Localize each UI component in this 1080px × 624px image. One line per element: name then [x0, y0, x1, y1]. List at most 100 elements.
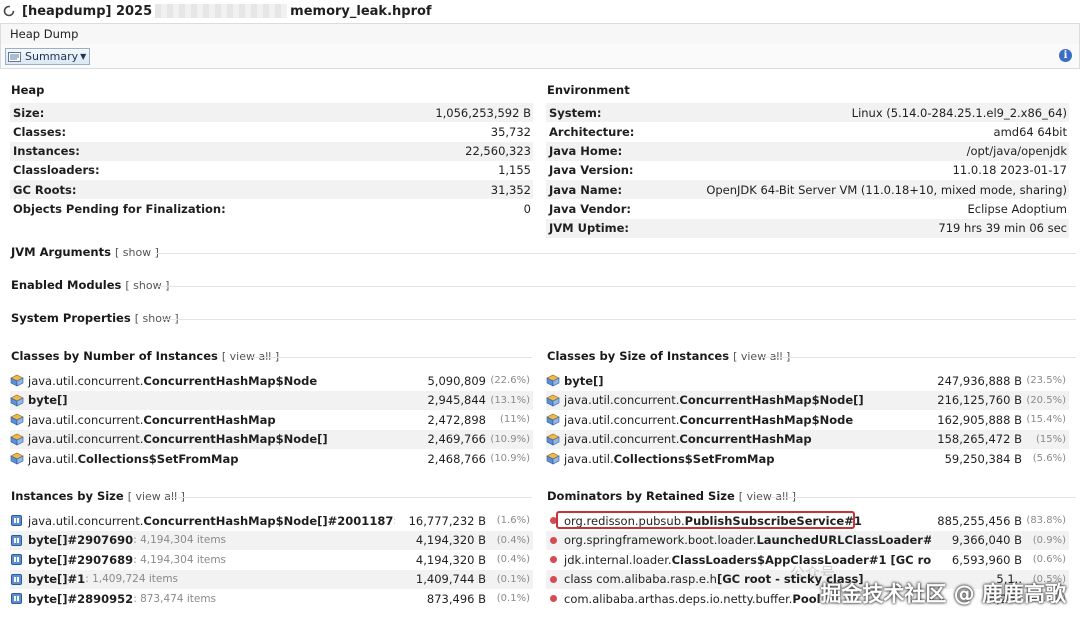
instances_by_size-row-value: 1,409,744 B	[415, 572, 486, 586]
instances_by_size-row-name[interactable]: byte[]#1 : 1,409,724 items	[10, 572, 395, 586]
by_size-row[interactable]: java.util.concurrent. ConcurrentHashMap$N…	[546, 390, 1069, 410]
heap-row: Classes: 35,732	[10, 122, 533, 141]
class-name: byte[]	[564, 373, 604, 388]
dominators-section: Dominators by Retained Size [ view all ]	[547, 489, 796, 503]
by_instances-row-name[interactable]: byte[]	[10, 393, 410, 407]
tab-heap-dump[interactable]: Heap Dump	[10, 27, 78, 41]
by_size-row[interactable]: byte[] 247,936,888 B (23.5%)	[546, 371, 1069, 390]
instance-icon	[11, 593, 22, 604]
instances-by-size-section: Instances by Size [ view all ]	[11, 489, 185, 503]
package-name: java.util.concurrent.	[564, 412, 680, 427]
view-selector-dropdown[interactable]: Summary ▼	[5, 48, 91, 65]
dominators-row-value: 9,366,040 B	[951, 533, 1022, 547]
by_instances-row-name[interactable]: java.util.concurrent. ConcurrentHashMap$N…	[10, 374, 410, 388]
instance-icon	[11, 554, 22, 565]
summary-view-icon	[8, 51, 21, 62]
by_instances-row-name[interactable]: java.util. Collections$SetFromMap	[10, 452, 410, 466]
environment-row-value: /opt/java/openjdk	[966, 144, 1067, 159]
by_size-row-name[interactable]: java.util.concurrent. ConcurrentHashMap$N…	[546, 413, 906, 427]
instances_by_size-row-value: 873,496 B	[426, 591, 486, 606]
dominators-row-name[interactable]: org.springframework.boot.loader. Launched…	[546, 533, 931, 547]
class-name: byte[]#2890952	[28, 591, 134, 606]
by_size-row-name[interactable]: byte[]	[546, 374, 906, 388]
instances_by_size-row-percent: (0.1%)	[496, 593, 530, 604]
instances_by_size-row[interactable]: byte[]#1 : 1,409,724 items 1,409,744 B (0.…	[10, 569, 533, 589]
by_size-row[interactable]: java.util.concurrent. ConcurrentHashMap 15…	[546, 429, 1069, 449]
view-toolbar: Summary ▼ i	[0, 44, 1080, 69]
by_instances-row-value: 2,945,844	[427, 393, 486, 407]
instances_by_size-row-name[interactable]: byte[]#2907690 : 4,194,304 items	[10, 533, 395, 547]
instances_by_size-row[interactable]: java.util.concurrent. ConcurrentHashMap$N…	[10, 511, 533, 530]
by_size-row-name[interactable]: java.util.concurrent. ConcurrentHashMap$N…	[546, 393, 906, 407]
info-icon[interactable]: i	[1059, 49, 1072, 62]
environment-row: Java Home: /opt/java/openjdk	[546, 141, 1069, 161]
system-properties-title: System Properties	[11, 311, 131, 325]
by_instances-row[interactable]: java.util.concurrent. ConcurrentHashMap$N…	[10, 371, 533, 390]
by_instances-row[interactable]: java.util.concurrent. ConcurrentHashMap$N…	[10, 429, 533, 449]
environment-row-label: Java Vendor:	[549, 202, 631, 216]
package-name: java.util.concurrent.	[28, 373, 144, 388]
by_instances-row-value: 2,468,766	[427, 451, 486, 466]
by_instances-row-percent: (10.9%)	[490, 453, 530, 464]
by_instances-row-percent: (10.9%)	[490, 433, 530, 445]
divider	[158, 286, 1076, 287]
object-dot-icon	[550, 556, 557, 563]
by_size-row-name[interactable]: java.util. Collections$SetFromMap	[546, 452, 906, 466]
by_size-row-percent: (15%)	[1035, 433, 1066, 445]
item-count: : 4,194,304 items	[133, 534, 227, 546]
package-name: java.util.concurrent.	[564, 393, 680, 407]
by_size-row[interactable]: java.util.concurrent. ConcurrentHashMap$N…	[546, 410, 1069, 429]
environment-row: Java Vendor: Eclipse Adoptium	[546, 200, 1069, 219]
jvm-arguments-title: JVM Arguments	[11, 245, 111, 259]
by_instances-row[interactable]: java.util.concurrent. ConcurrentHashMap 2,…	[10, 410, 533, 429]
by_size-row-name[interactable]: java.util.concurrent. ConcurrentHashMap	[546, 432, 906, 446]
by_size-row[interactable]: java.util. Collections$SetFromMap 59,250,3…	[546, 449, 1069, 468]
environment-row-label: Java Name:	[549, 182, 623, 197]
classes-by-instances-section: Classes by Number of Instances [ view al…	[11, 349, 279, 363]
heap-row-value: 1,155	[498, 163, 531, 178]
class-name: ConcurrentHashMap$Node[]	[143, 432, 328, 446]
instances_by_size-row-name[interactable]: java.util.concurrent. ConcurrentHashMap$N…	[10, 514, 395, 528]
dominators-row-value: 885,255,456 B	[937, 513, 1022, 528]
environment-row-label: Architecture:	[549, 124, 635, 139]
by_instances-row[interactable]: java.util. Collections$SetFromMap 2,468,76…	[10, 449, 533, 468]
package-name: class com.alibaba.rasp.e.h	[564, 572, 717, 586]
instances_by_size-row-value: 16,777,232 B	[408, 513, 486, 528]
class-name: ConcurrentHashMap	[143, 412, 276, 427]
jvm-arguments-show-link[interactable]: [ show ]	[115, 246, 159, 259]
package-name: org.springframework.boot.loader.	[564, 533, 757, 547]
package-name: com.alibaba.arthas.deps.io.netty.buffer.	[564, 591, 793, 606]
instances_by_size-row[interactable]: byte[]#2890952 : 873,474 items 873,496 B (…	[10, 589, 533, 608]
by_size-row-value: 158,265,472 B	[937, 432, 1022, 446]
instances_by_size-row[interactable]: byte[]#2907690 : 4,194,304 items 4,194,32…	[10, 530, 533, 550]
dominators-row-percent: (0.9%)	[1032, 534, 1066, 546]
environment-row-value: OpenJDK 64-Bit Server VM (11.0.18+10, mi…	[706, 182, 1067, 197]
heap-row: Objects Pending for Finalization: 0	[10, 200, 533, 219]
by_instances-row[interactable]: byte[] 2,945,844 (13.1%)	[10, 390, 533, 410]
heap-row-value: 1,056,253,592 B	[435, 105, 531, 120]
environment-row-value: 719 hrs 39 min 06 sec	[938, 221, 1067, 236]
chevron-down-icon: ▼	[80, 52, 87, 61]
class-name: ConcurrentHashMap$Node	[143, 373, 318, 388]
system-properties-section: System Properties [ show ]	[11, 311, 179, 325]
class-name: byte[]#2907690	[28, 533, 134, 547]
instances_by_size-row[interactable]: byte[]#2907689 : 4,194,304 items 4,194,32…	[10, 550, 533, 569]
package-name: java.util.concurrent.	[28, 432, 144, 446]
heap-row-label: GC Roots:	[13, 182, 77, 197]
item-count: : 1,409,724 items	[85, 573, 179, 585]
instance-icon	[11, 573, 22, 585]
window-title-suffix: memory_leak.hprof	[290, 3, 432, 19]
by_instances-row-percent: (13.1%)	[490, 394, 530, 406]
by_instances-row-name[interactable]: java.util.concurrent. ConcurrentHashMap	[10, 413, 410, 427]
environment-row-label: Java Home:	[549, 144, 623, 159]
dominators-row-name[interactable]: jdk.internal.loader. ClassLoaders$AppClas…	[546, 553, 931, 567]
instances_by_size-row-name[interactable]: byte[]#2907689 : 4,194,304 items	[10, 553, 395, 567]
by_instances-row-name[interactable]: java.util.concurrent. ConcurrentHashMap$N…	[10, 432, 410, 446]
instances_by_size-row-name[interactable]: byte[]#2890952 : 873,474 items	[10, 592, 395, 606]
heap-row: Instances: 22,560,323	[10, 141, 533, 161]
heap-row: GC Roots: 31,352	[10, 180, 533, 200]
package-name: jdk.internal.loader.	[564, 552, 672, 567]
package-name: java.util.	[28, 451, 78, 466]
dominators-row[interactable]: org.springframework.boot.loader. Launched…	[546, 530, 1069, 550]
heap-row-value: 31,352	[490, 182, 531, 197]
